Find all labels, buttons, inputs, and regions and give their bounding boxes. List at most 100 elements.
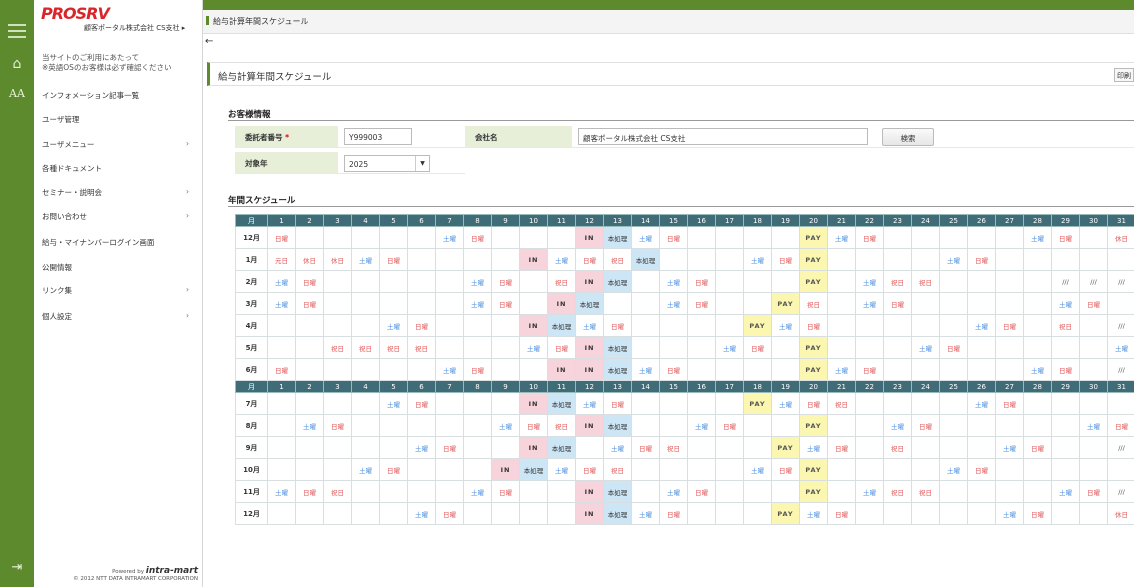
print-button[interactable]: 印刷 — [1114, 68, 1134, 82]
day-cell: 土曜 — [939, 248, 968, 271]
day-cell: 日曜 — [575, 248, 604, 271]
day-cell — [491, 392, 520, 415]
day-header: 1 — [267, 380, 296, 393]
day-cell — [743, 358, 772, 381]
sidebar-item-label: 各種ドキュメント — [42, 164, 102, 173]
day-cell: 祝日 — [659, 436, 688, 459]
day-cell: PAY — [743, 392, 772, 415]
day-cell: 日曜 — [659, 358, 688, 381]
day-cell — [323, 392, 352, 415]
schedule-row: 2月 土曜 日曜 土曜 日曜 祝日 IN 本処理 土曜 日曜 PAY 土曜 祝日 祝日///////// — [235, 270, 1134, 293]
sidebar-item[interactable]: お問い合わせ › — [42, 211, 197, 222]
day-cell — [687, 392, 716, 415]
day-cell: 日曜 — [379, 458, 408, 481]
sidebar-item[interactable]: セミナー・説明会 › — [42, 187, 197, 198]
search-button[interactable]: 検索 — [882, 128, 934, 146]
day-cell — [771, 358, 800, 381]
month-cell: 8月 — [235, 414, 268, 437]
sidebar-item[interactable]: 給与・マイナンバーログイン画面 — [42, 237, 197, 248]
day-cell: 日曜 — [883, 292, 912, 315]
day-cell: PAY — [743, 314, 772, 337]
day-header: 4 — [351, 214, 380, 227]
day-cell: 祝日 — [883, 436, 912, 459]
day-header: 20 — [799, 214, 828, 227]
day-cell: 土曜 — [463, 480, 492, 503]
font-size-icon[interactable]: AA — [0, 87, 34, 100]
day-cell — [883, 458, 912, 481]
day-cell — [771, 226, 800, 249]
day-header: 16 — [687, 380, 716, 393]
company-switcher[interactable]: 顧客ポータル株式会社 CS支社 ▸ — [84, 23, 185, 33]
required-mark: * — [285, 133, 290, 142]
day-cell: 祝日 — [799, 292, 828, 315]
sidebar-item-label: ユーザメニュー — [42, 140, 95, 149]
company-input[interactable]: 顧客ポータル株式会社 CS支社 — [578, 128, 868, 145]
day-header: 12 — [575, 214, 604, 227]
day-cell — [687, 248, 716, 271]
day-cell — [967, 292, 996, 315]
day-cell: 日曜 — [631, 436, 660, 459]
sidebar-item[interactable]: リンク集 › — [42, 285, 197, 296]
day-cell — [827, 458, 856, 481]
sidebar-item[interactable]: ユーザ管理 — [42, 114, 197, 125]
day-cell — [491, 248, 520, 271]
day-cell — [323, 292, 352, 315]
day-cell: 日曜 — [659, 226, 688, 249]
sidebar-item[interactable]: インフォメーション記事一覧 — [42, 90, 197, 101]
day-cell — [939, 226, 968, 249]
year-select[interactable]: 2025 ▼ — [344, 155, 430, 172]
day-cell — [939, 502, 968, 525]
day-cell: 土曜 — [491, 414, 520, 437]
schedule-table: 月 1 2 3 4 5 6 7 8 9 10 11 12 13 14 15 16 17 18 19 20 21 22 23 24… — [235, 214, 1134, 525]
day-cell — [323, 502, 352, 525]
company-label: 会社名 — [465, 126, 572, 148]
day-header: 25 — [939, 380, 968, 393]
day-cell: 土曜 — [883, 414, 912, 437]
day-cell — [267, 458, 296, 481]
day-cell: IN — [519, 248, 548, 271]
consignor-input[interactable]: Y999003 — [344, 128, 412, 145]
logout-icon[interactable]: ⇥ — [0, 560, 34, 575]
chevron-right-icon: › — [186, 139, 189, 148]
schedule-row: 9月 土曜 日曜 IN 本処理 土曜 日曜 祝日 PAY 土曜 日曜 祝日 土曜 日曜/// — [235, 436, 1134, 459]
day-header: 2 — [295, 214, 324, 227]
day-cell — [995, 270, 1024, 293]
sidebar-item[interactable]: 公開情報 — [42, 262, 197, 273]
schedule-row: 1月 元日 休日 休日 土曜 日曜 IN 土曜 日曜 祝日 本処理 土曜 日曜 PAY 土曜 日曜 — [235, 248, 1134, 271]
day-header: 13 — [603, 380, 632, 393]
day-cell: 土曜 — [1051, 480, 1080, 503]
day-cell: 土曜 — [379, 392, 408, 415]
day-cell: 祝日 — [883, 480, 912, 503]
day-cell — [463, 314, 492, 337]
day-cell — [687, 336, 716, 359]
day-cell: 土曜 — [827, 358, 856, 381]
sidebar-item[interactable]: 個人設定 › — [42, 311, 197, 322]
day-cell — [743, 414, 772, 437]
sidebar-item[interactable]: ユーザメニュー › — [42, 139, 197, 150]
day-cell — [995, 414, 1024, 437]
day-cell: 日曜 — [295, 480, 324, 503]
day-cell: 日曜 — [995, 392, 1024, 415]
day-cell — [491, 358, 520, 381]
day-header: 11 — [547, 214, 576, 227]
schedule-row: 7月 土曜 日曜 IN 本処理 土曜 日曜 PAY 土曜 日曜 祝日 土曜 日曜 — [235, 392, 1134, 415]
hamburger-menu-icon[interactable] — [8, 24, 26, 38]
day-cell: 日曜 — [687, 292, 716, 315]
day-cell: 土曜 — [435, 226, 464, 249]
day-header: 29 — [1051, 214, 1080, 227]
sidebar-item[interactable]: 各種ドキュメント — [42, 163, 197, 174]
day-cell: 日曜 — [799, 314, 828, 337]
day-header: 22 — [855, 214, 884, 227]
month-cell: 12月 — [235, 226, 268, 249]
day-cell — [911, 314, 940, 337]
sidebar-item-label: お問い合わせ — [42, 212, 87, 221]
day-cell — [351, 358, 380, 381]
schedule-header-row: 月 1 2 3 4 5 6 7 8 9 10 11 12 13 14 15 16 17 18 19 20 21 22 23 24… — [235, 214, 1134, 227]
day-cell: PAY — [799, 336, 828, 359]
home-icon[interactable]: ⌂ — [0, 56, 34, 72]
day-header: 17 — [715, 214, 744, 227]
day-cell: 土曜 — [799, 502, 828, 525]
day-cell: 本処理 — [603, 336, 632, 359]
sidebar-notice[interactable]: 当サイトのご利用にあたって ※英語OSのお客様は必ず確認ください — [42, 53, 202, 73]
day-cell: /// — [1107, 314, 1134, 337]
